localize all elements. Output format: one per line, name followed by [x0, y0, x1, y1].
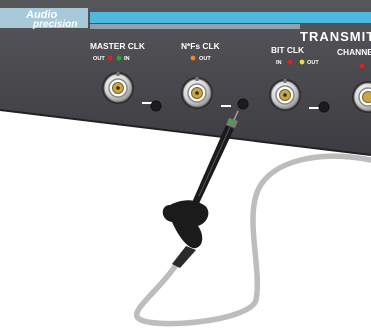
port-label-nfs-out: OUT: [199, 56, 211, 62]
port-label-bit-out: OUT: [307, 60, 319, 66]
bnc-connector-bit[interactable]: [269, 79, 301, 111]
probe-cable: [133, 153, 371, 327]
connector-label-channel: CHANNEL: [337, 47, 371, 57]
accent-bar: [90, 12, 371, 23]
probe-grip: [162, 200, 209, 249]
instrument-panel-illustration: Audio precision TRANSMIT MASTER CLK N*Fs…: [0, 0, 371, 330]
illustration-svg: Audio precision TRANSMIT MASTER CLK N*Fs…: [0, 0, 371, 327]
led-master-in: [116, 55, 122, 61]
probe-strain-relief: [172, 246, 196, 268]
led-bit-in: [287, 59, 293, 65]
test-point-jack-nfs[interactable]: [237, 98, 249, 110]
section-title: TRANSMIT: [300, 29, 371, 44]
port-label-master-in: IN: [124, 56, 130, 62]
probe-highlight: [198, 126, 231, 197]
brand-line2: precision: [32, 19, 77, 30]
port-label-master-out: OUT: [93, 56, 105, 62]
bnc-connector-nfs[interactable]: [181, 77, 213, 109]
test-point-jack-bit[interactable]: [318, 101, 330, 113]
connector-label-master-clk: MASTER CLK: [90, 41, 145, 51]
bnc-connector-master[interactable]: [102, 72, 134, 104]
led-nfs-out: [190, 55, 196, 61]
led-bit-out: [299, 59, 305, 65]
accent-bar-light: [90, 24, 300, 29]
connector-label-bit-clk: BIT CLK: [271, 45, 304, 55]
connector-label-nfs-clk: N*Fs CLK: [181, 41, 220, 51]
led-channel: [359, 63, 365, 69]
test-point-jack-master[interactable]: [150, 100, 162, 112]
port-label-bit-in: IN: [276, 60, 282, 66]
led-master-out: [107, 55, 113, 61]
